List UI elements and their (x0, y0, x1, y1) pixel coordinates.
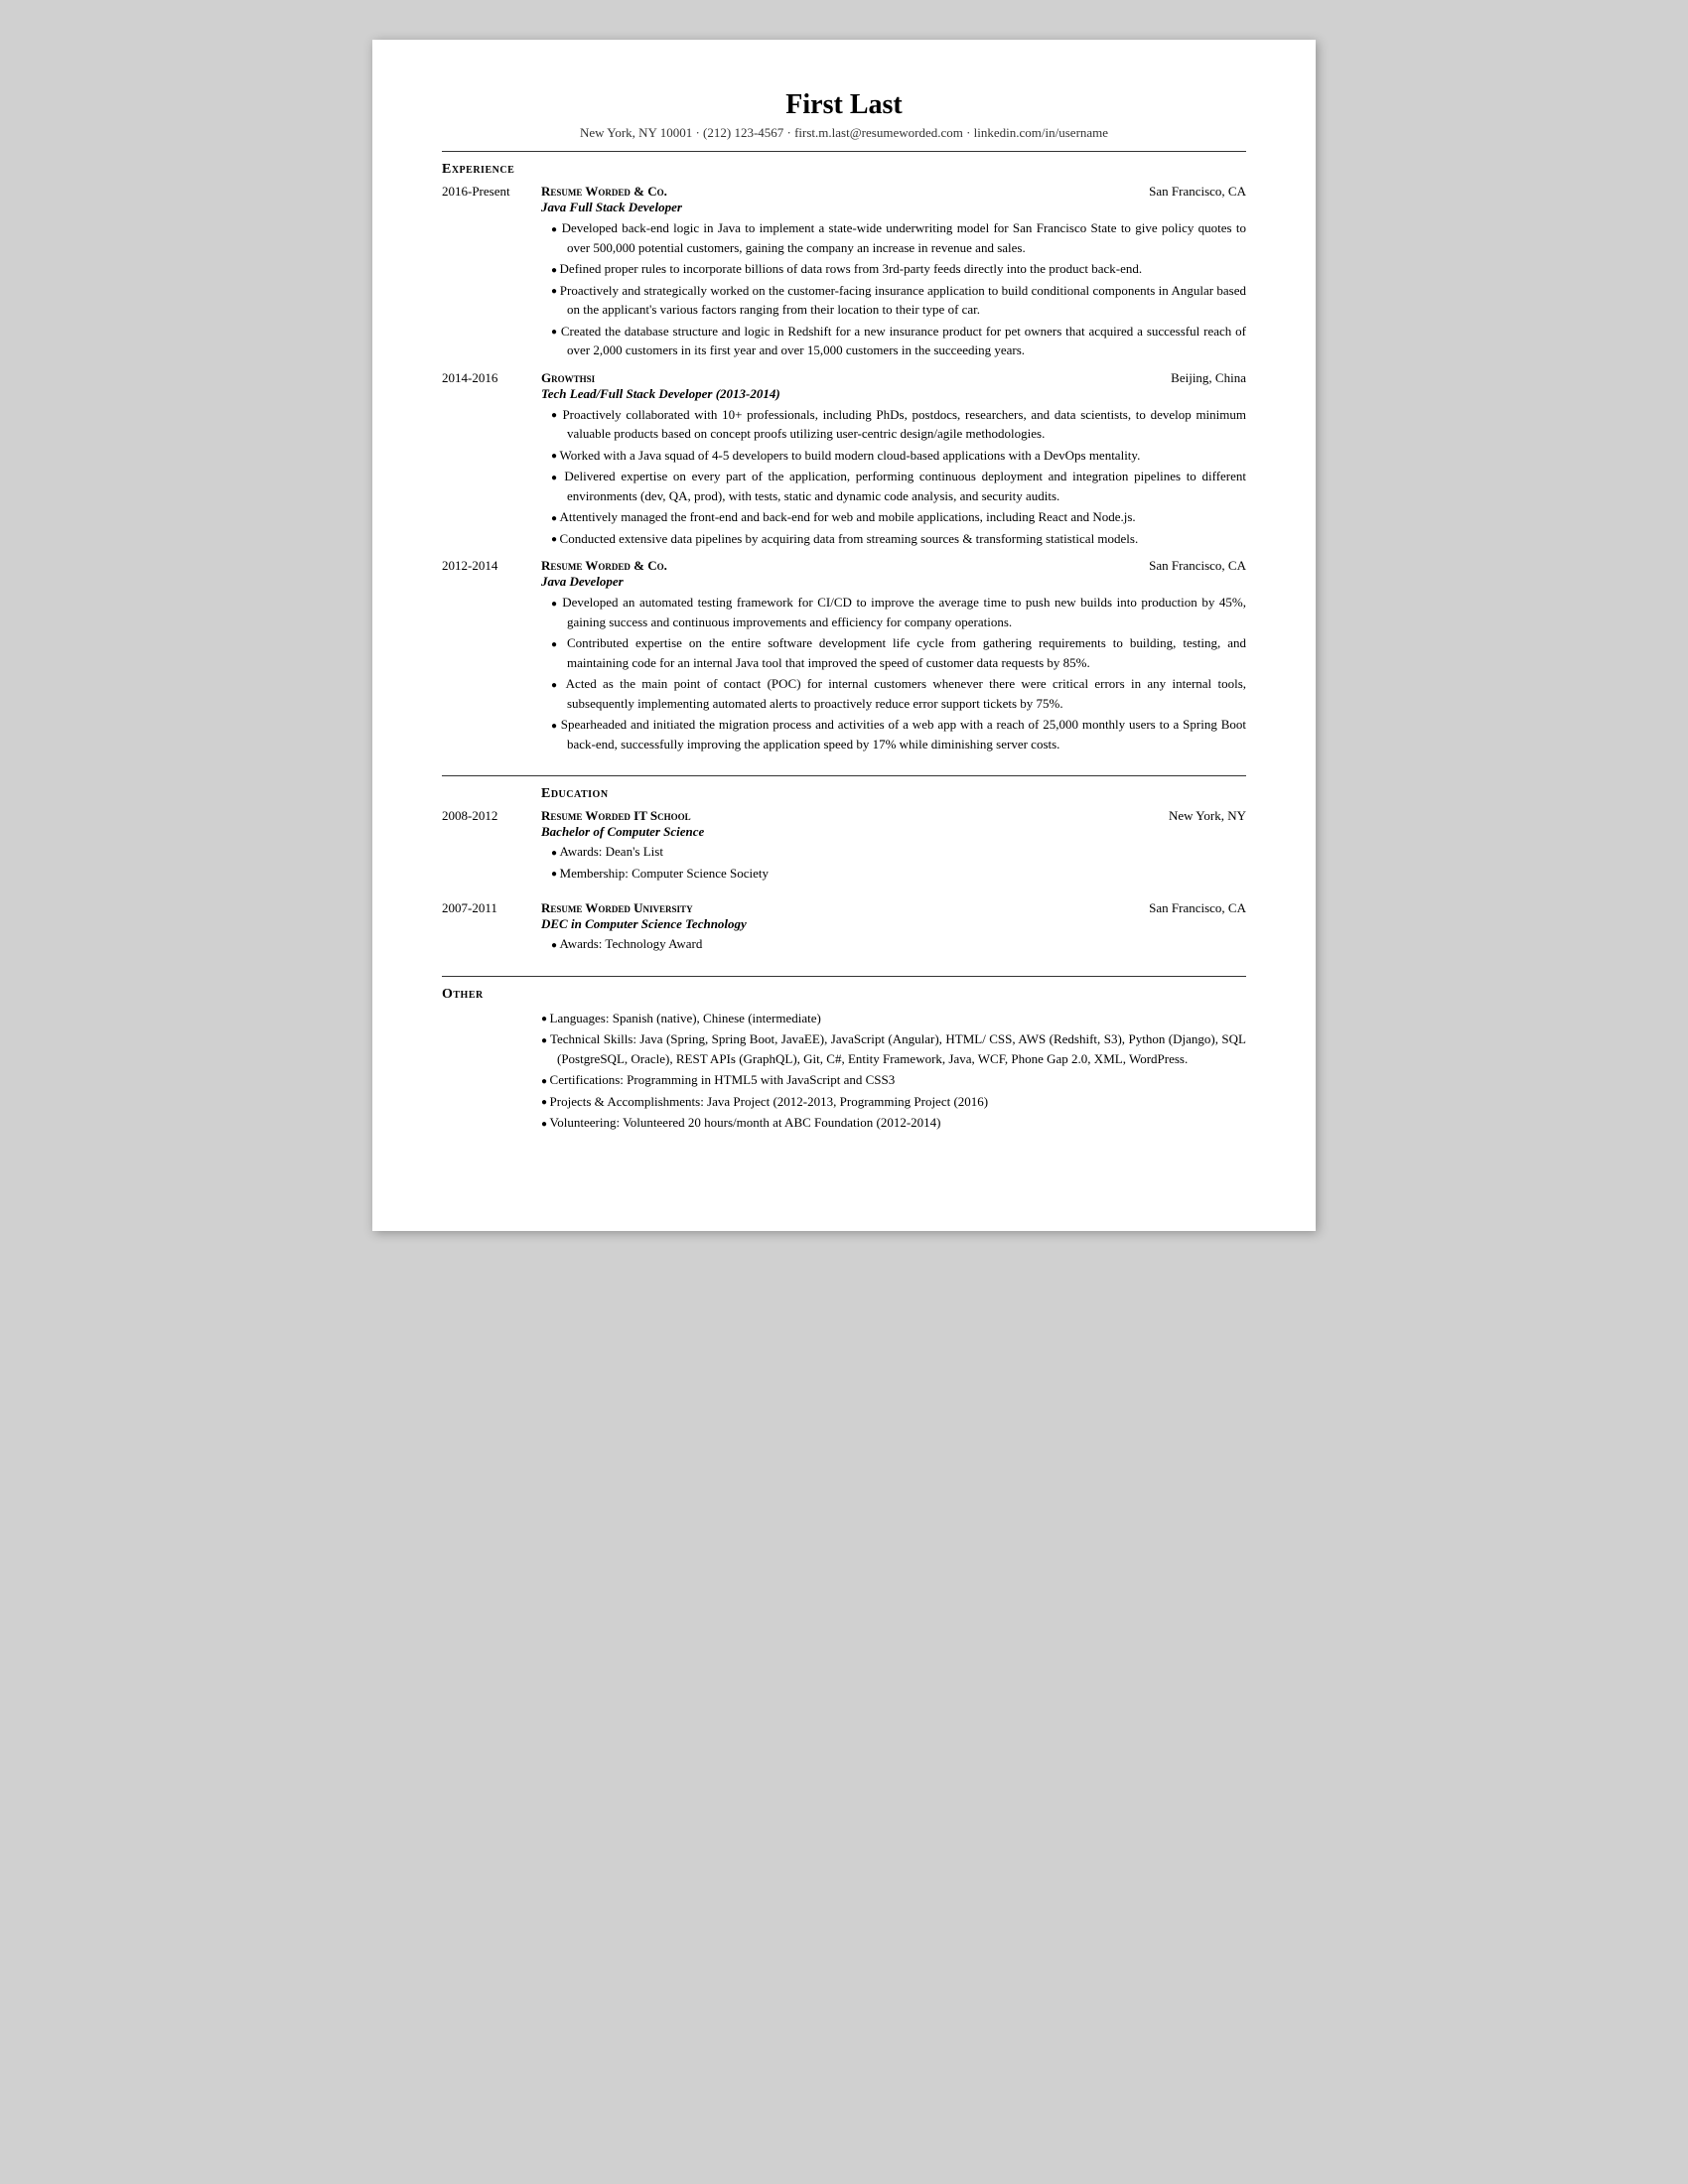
job-content-1: Resume Worded & Co. San Francisco, CA Ja… (541, 184, 1246, 368)
candidate-name: First Last (442, 89, 1246, 121)
bullet-item: Membership: Computer Science Society (551, 864, 1246, 884)
job-content-2: Growthsi Beijing, China Tech Lead/Full S… (541, 370, 1246, 557)
bullet-item: Awards: Technology Award (551, 934, 1246, 954)
bullet-item: Awards: Dean's List (551, 842, 1246, 862)
bullet-item: Conducted extensive data pipelines by ac… (551, 529, 1246, 549)
company-name-1: Resume Worded & Co. (541, 184, 667, 200)
bullet-item: Attentively managed the front-end and ba… (551, 507, 1246, 527)
school-years-1: 2008-2012 (442, 808, 541, 890)
bullet-item: Certifications: Programming in HTML5 wit… (541, 1070, 1246, 1090)
company-line-2: Growthsi Beijing, China (541, 370, 1246, 386)
experience-title: Experience (442, 162, 1246, 178)
school-content-2: Resume Worded University San Francisco, … (541, 900, 1246, 962)
job-bullets-1: Developed back-end logic in Java to impl… (541, 218, 1246, 360)
bullet-item: Developed an automated testing framework… (551, 593, 1246, 631)
job-years-1: 2016-Present (442, 184, 541, 368)
bullet-item: Acted as the main point of contact (POC)… (551, 674, 1246, 713)
school-degree-1: Bachelor of Computer Science (541, 824, 1246, 840)
company-line-3: Resume Worded & Co. San Francisco, CA (541, 558, 1246, 574)
bullet-item: Worked with a Java squad of 4-5 develope… (551, 446, 1246, 466)
education-title: Education (541, 786, 1246, 802)
job-entry-2: 2014-2016 Growthsi Beijing, China Tech L… (442, 370, 1246, 557)
job-bullets-3: Developed an automated testing framework… (541, 593, 1246, 753)
bullet-item: Volunteering: Volunteered 20 hours/month… (541, 1113, 1246, 1133)
company-location-1: San Francisco, CA (1149, 184, 1246, 200)
other-bullets: Languages: Spanish (native), Chinese (in… (442, 1009, 1246, 1133)
bullet-item: Contributed expertise on the entire soft… (551, 633, 1246, 672)
job-bullets-2: Proactively collaborated with 10+ profes… (541, 405, 1246, 549)
school-content-1: Resume Worded IT School New York, NY Bac… (541, 808, 1246, 890)
school-name-2: Resume Worded University (541, 900, 693, 916)
job-entry-3: 2012-2014 Resume Worded & Co. San Franci… (442, 558, 1246, 761)
other-divider (442, 976, 1246, 977)
school-years-2: 2007-2011 (442, 900, 541, 962)
school-degree-2: DEC in Computer Science Technology (541, 916, 1246, 932)
other-title: Other (442, 987, 1246, 1003)
school-entry-2: 2007-2011 Resume Worded University San F… (442, 900, 1246, 962)
job-years-2: 2014-2016 (442, 370, 541, 557)
job-title-3: Java Developer (541, 574, 1246, 590)
bullet-item: Proactively collaborated with 10+ profes… (551, 405, 1246, 444)
school-entry-1: 2008-2012 Resume Worded IT School New Yo… (442, 808, 1246, 890)
bullet-item: Technical Skills: Java (Spring, Spring B… (541, 1029, 1246, 1068)
company-line-1: Resume Worded & Co. San Francisco, CA (541, 184, 1246, 200)
job-entry-1: 2016-Present Resume Worded & Co. San Fra… (442, 184, 1246, 368)
resume-page: First Last New York, NY 10001 · (212) 12… (372, 40, 1316, 1231)
bullet-item: Languages: Spanish (native), Chinese (in… (541, 1009, 1246, 1028)
company-name-2: Growthsi (541, 370, 595, 386)
school-name-1: Resume Worded IT School (541, 808, 691, 824)
school-bullets-1: Awards: Dean's List Membership: Computer… (541, 842, 1246, 883)
bullet-item: Delivered expertise on every part of the… (551, 467, 1246, 505)
school-location-1: New York, NY (1169, 808, 1246, 824)
school-bullets-2: Awards: Technology Award (541, 934, 1246, 954)
header: First Last New York, NY 10001 · (212) 12… (442, 89, 1246, 141)
bullet-item: Defined proper rules to incorporate bill… (551, 259, 1246, 279)
experience-section: Experience 2016-Present Resume Worded & … (442, 162, 1246, 761)
other-section: Other Languages: Spanish (native), Chine… (442, 987, 1246, 1133)
school-header-2: Resume Worded University San Francisco, … (541, 900, 1246, 916)
bullet-item: Proactively and strategically worked on … (551, 281, 1246, 320)
school-location-2: San Francisco, CA (1149, 900, 1246, 916)
company-name-3: Resume Worded & Co. (541, 558, 667, 574)
contact-info: New York, NY 10001 · (212) 123-4567 · fi… (442, 125, 1246, 141)
header-divider (442, 151, 1246, 152)
job-title-2: Tech Lead/Full Stack Developer (2013-201… (541, 386, 1246, 402)
bullet-item: Spearheaded and initiated the migration … (551, 715, 1246, 753)
bullet-item: Projects & Accomplishments: Java Project… (541, 1092, 1246, 1112)
company-location-2: Beijing, China (1171, 370, 1246, 386)
bullet-item: Developed back-end logic in Java to impl… (551, 218, 1246, 257)
school-header-1: Resume Worded IT School New York, NY (541, 808, 1246, 824)
bullet-item: Created the database structure and logic… (551, 322, 1246, 360)
education-divider (442, 775, 1246, 776)
company-location-3: San Francisco, CA (1149, 558, 1246, 574)
job-content-3: Resume Worded & Co. San Francisco, CA Ja… (541, 558, 1246, 761)
job-title-1: Java Full Stack Developer (541, 200, 1246, 215)
education-section: Education 2008-2012 Resume Worded IT Sch… (442, 786, 1246, 962)
job-years-3: 2012-2014 (442, 558, 541, 761)
